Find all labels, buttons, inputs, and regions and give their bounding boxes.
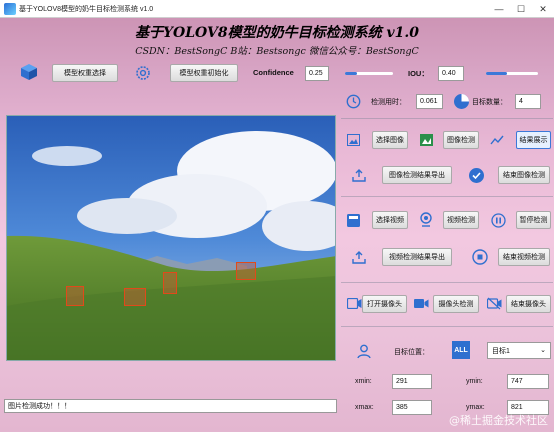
model-init-button[interactable]: 模型权重初始化 — [170, 64, 238, 82]
time-value: 0.061 — [416, 94, 443, 109]
select-video-button[interactable]: 选择视频 — [372, 211, 408, 229]
open-camera-button[interactable]: 打开摄像头 — [362, 295, 407, 313]
close-button[interactable]: ✕ — [532, 0, 554, 18]
status-bar: 图片检测成功！！！ — [4, 399, 337, 413]
iou-label: IOU： — [408, 69, 429, 78]
close-camera-button[interactable]: 结束摄像头 — [506, 295, 551, 313]
xmin-label: xmin: — [355, 378, 372, 385]
divider — [341, 326, 553, 327]
target-position-label: 目标位置： — [394, 349, 429, 356]
model-select-button[interactable]: 模型权重选择 — [52, 64, 118, 82]
location-pin-icon — [356, 343, 372, 359]
show-result-button[interactable]: 结果展示 — [516, 131, 551, 149]
page-subtitle: CSDN：BestSongC B站：Bestsongc 微信公众号：BestSo… — [135, 46, 419, 57]
divider — [341, 196, 553, 197]
confidence-slider[interactable] — [345, 72, 393, 75]
upload-icon — [351, 250, 366, 264]
detection-box-2 — [124, 288, 146, 306]
target-select[interactable]: 目标1 ⌄ — [487, 342, 551, 359]
confidence-input[interactable]: 0.25 — [305, 66, 329, 81]
chevron-down-icon: ⌄ — [540, 347, 546, 354]
ymax-label: ymax: — [466, 404, 485, 411]
detection-display — [6, 115, 336, 361]
iou-input[interactable]: 0.40 — [438, 66, 464, 81]
iou-slider-fill — [486, 72, 507, 75]
target-select-value: 目标1 — [492, 347, 510, 355]
camera-detect-button[interactable]: 摄像头检测 — [433, 295, 479, 313]
detect-image-button[interactable]: 图像检测 — [443, 131, 479, 149]
minimize-button[interactable]: — — [488, 0, 510, 18]
end-video-detect-button[interactable]: 结束视频检测 — [498, 248, 550, 266]
ymin-field: 747 — [507, 374, 549, 389]
app-icon — [4, 2, 16, 15]
check-circle-icon — [467, 166, 485, 184]
video-camera-icon — [413, 297, 429, 309]
upload-icon — [351, 168, 366, 182]
window-title: 基于YOLOV8模型的奶牛目标检测系统 v1.0 — [19, 5, 154, 13]
end-image-detect-button[interactable]: 结束图像检测 — [498, 166, 550, 184]
page-title: 基于YOLOV8模型的奶牛目标检测系统 v1.0 — [135, 25, 419, 41]
ymin-label: ymin: — [466, 378, 483, 385]
camera-off-icon — [486, 296, 502, 310]
export-video-result-button[interactable]: 视频检测结果导出 — [382, 248, 452, 266]
gear-icon — [134, 64, 152, 82]
divider — [341, 282, 553, 283]
maximize-button[interactable]: ☐ — [510, 0, 532, 18]
line-chart-icon — [489, 133, 505, 147]
export-image-result-button[interactable]: 图像检测结果导出 — [382, 166, 452, 184]
detection-box-4 — [236, 262, 256, 280]
detection-box-1 — [66, 286, 84, 306]
clock-icon — [345, 93, 361, 109]
watermark: @稀土掘金技术社区 — [449, 414, 548, 427]
select-image-button[interactable]: 选择图像 — [372, 131, 408, 149]
xmax-label: xmax: — [355, 404, 374, 411]
all-targets-badge: ALL — [452, 341, 470, 359]
count-label: 目标数量： — [472, 99, 507, 106]
detection-box-3 — [163, 272, 177, 294]
pie-chart-icon — [452, 92, 470, 110]
pause-detect-button[interactable]: 暂停检测 — [516, 211, 551, 229]
camera-icon — [346, 297, 362, 309]
video-folder-icon — [346, 213, 360, 227]
detect-video-button[interactable]: 视频检测 — [443, 211, 479, 229]
time-label: 检测用时： — [371, 99, 406, 106]
xmax-field: 385 — [392, 400, 432, 415]
count-value: 4 — [515, 94, 541, 109]
confidence-label: Confidence — [253, 68, 294, 77]
confidence-slider-fill — [345, 72, 357, 75]
webcam-icon — [418, 212, 433, 227]
xmin-field: 291 — [392, 374, 432, 389]
cube-icon — [20, 63, 38, 81]
image-detect-icon — [419, 133, 433, 147]
pause-icon — [490, 212, 506, 228]
image-icon — [346, 133, 360, 147]
iou-slider[interactable] — [486, 72, 538, 75]
stop-circle-icon — [471, 248, 489, 266]
divider — [341, 118, 553, 119]
window-titlebar: 基于YOLOV8模型的奶牛目标检测系统 v1.0 — ☐ ✕ — [0, 0, 554, 18]
scene-image — [7, 116, 335, 360]
